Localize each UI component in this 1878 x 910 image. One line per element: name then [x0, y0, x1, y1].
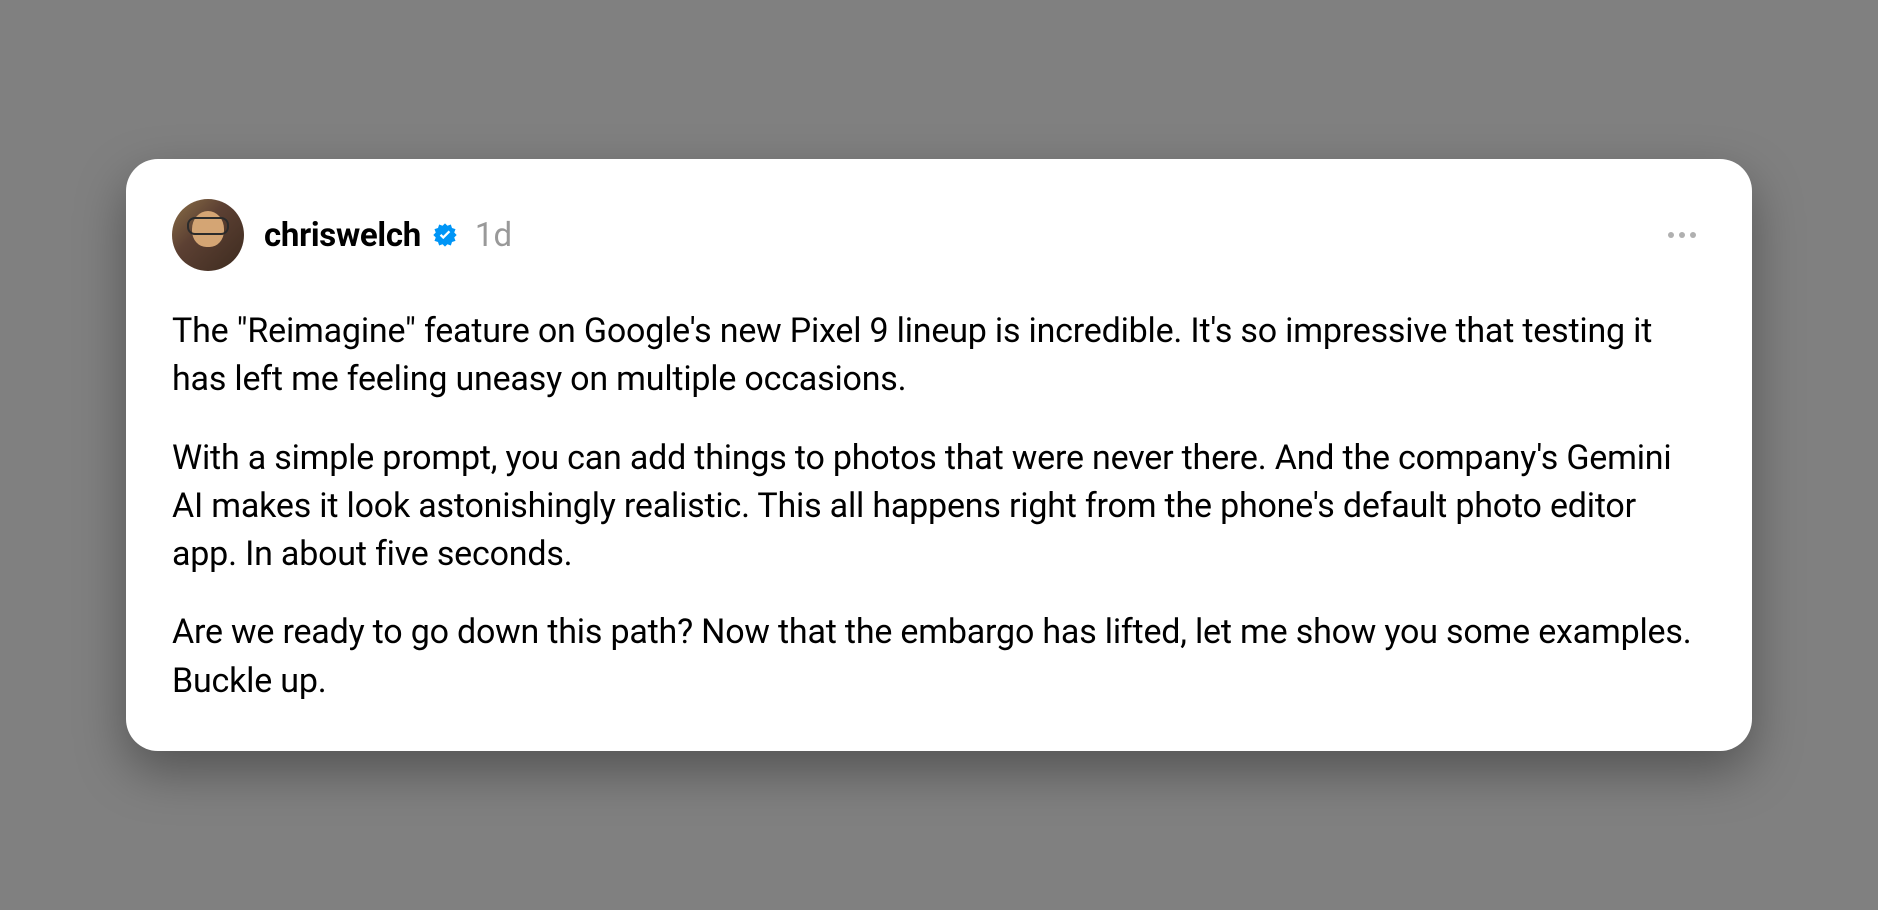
more-dot-icon — [1668, 232, 1674, 238]
username[interactable]: chriswelch — [264, 216, 421, 255]
post-timestamp: 1d — [475, 216, 512, 255]
post-paragraph: With a simple prompt, you can add things… — [172, 434, 1706, 579]
post-card: chriswelch 1d The "Reimagine" feature on… — [126, 159, 1752, 751]
verified-badge-icon — [431, 221, 459, 249]
post-header: chriswelch 1d — [172, 199, 1706, 271]
username-row: chriswelch 1d — [264, 216, 512, 255]
more-options-button[interactable] — [1658, 222, 1706, 248]
post-body: The "Reimagine" feature on Google's new … — [172, 307, 1706, 705]
post-paragraph: The "Reimagine" feature on Google's new … — [172, 307, 1706, 404]
post-paragraph: Are we ready to go down this path? Now t… — [172, 608, 1706, 705]
more-dot-icon — [1679, 232, 1685, 238]
avatar[interactable] — [172, 199, 244, 271]
more-dot-icon — [1690, 232, 1696, 238]
